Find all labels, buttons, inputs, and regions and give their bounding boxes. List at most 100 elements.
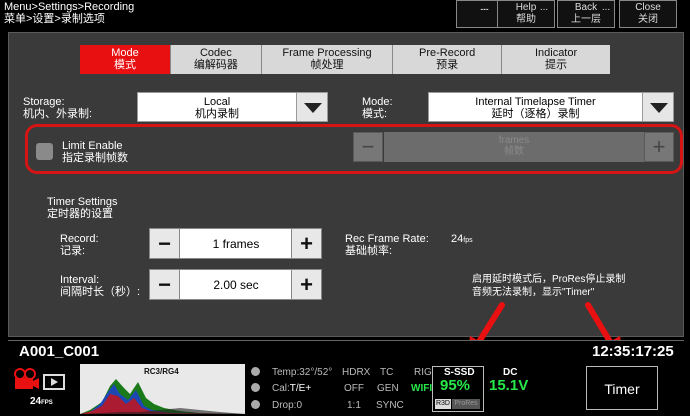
breadcrumb-en: Menu>Settings>Recording: [4, 1, 135, 13]
drop-status-dot: [251, 400, 260, 409]
prores-badge: ProRes: [452, 399, 480, 409]
record-plus-button[interactable]: +: [291, 228, 322, 259]
storage-dropdown-button[interactable]: [296, 92, 328, 122]
record-value[interactable]: 1 frames: [180, 228, 292, 259]
tab-indicator[interactable]: Indicator 提示: [502, 45, 610, 74]
media-percent: 95%: [440, 377, 471, 394]
interval-label-en: Interval:: [60, 274, 100, 286]
tc-label: TC: [380, 367, 394, 378]
timecode: 12:35:17:25: [592, 343, 674, 360]
annotation-note: 启用延时模式后，ProRes停止录制 音频无法录制，显示"Timer": [472, 273, 625, 299]
tab-frame-processing[interactable]: Frame Processing 帧处理: [261, 45, 394, 74]
record-label-en: Record:: [60, 233, 99, 245]
temp-status-dot: [251, 367, 260, 376]
tab-codec[interactable]: Codec 编解码器: [170, 45, 262, 74]
mode-value-cn: 延时（逐格）录制: [491, 108, 580, 120]
rec-frame-rate-label-cn: 基础帧率:: [345, 245, 393, 257]
limit-enable-label: Limit Enable 指定录制帧数: [62, 140, 128, 164]
breadcrumb-cn: 菜单>设置>录制选项: [4, 13, 105, 25]
mode-label-en: Mode:: [362, 96, 393, 108]
limit-frames-placeholder: frames: [498, 135, 530, 146]
cal-readout: Cal:T/E+: [272, 383, 311, 394]
timer-settings-title: Timer Settings 定时器的设置: [47, 196, 118, 220]
interval-minus-button[interactable]: −: [149, 269, 180, 300]
interval-label-cn: 间隔时长（秒）:: [60, 286, 141, 298]
storage-label: Storage: 机内、外录制:: [23, 96, 92, 120]
close-button-dots: ...: [601, 2, 611, 13]
help-button-label-cn: 帮助: [516, 14, 536, 25]
mode-dropdown[interactable]: Internal Timelapse Timer 延时（逐格）录制: [428, 92, 643, 122]
tab-bar: Mode 模式 Codec 编解码器 Frame Processing 帧处理 …: [80, 45, 610, 74]
tc-gen: GEN: [377, 383, 399, 394]
interval-plus-button[interactable]: +: [291, 269, 322, 300]
rec-frame-rate-value: 24fps: [451, 233, 473, 247]
back-button-dots: ...: [539, 2, 549, 13]
limit-enable-label-en: Limit Enable: [62, 140, 123, 152]
tab-indicator-label: Indicator: [534, 47, 578, 59]
record-label-cn: 记录:: [60, 245, 86, 257]
storage-label-cn: 机内、外录制:: [23, 108, 93, 120]
annotation-line-1: 启用延时模式后，ProRes停止录制: [472, 274, 626, 285]
wifi-status: WIFI: [411, 383, 433, 394]
hdrx-value: OFF: [344, 383, 364, 394]
power-voltage: 15.1V: [489, 377, 529, 394]
rec-frame-rate-label-en: Rec Frame Rate:: [345, 233, 429, 245]
breadcrumb: Menu>Settings>Recording 菜单>设置>录制选项: [4, 1, 134, 25]
timer-indicator: Timer: [586, 366, 658, 410]
annotation-line-2: 音频无法录制，显示"Timer": [472, 287, 595, 298]
record-mode-icon[interactable]: [12, 367, 68, 391]
clip-bar: [8, 340, 684, 362]
tab-codec-label: Codec: [199, 47, 232, 59]
storage-label-en: Storage:: [23, 96, 65, 108]
timer-settings-title-en: Timer Settings: [47, 196, 118, 208]
mode-label: Mode: 模式:: [362, 96, 393, 120]
chevron-down-icon: [650, 103, 668, 113]
tab-codec-label-cn: 编解码器: [193, 59, 238, 71]
tab-mode-label: Mode: [111, 47, 139, 59]
tab-frame-processing-label: Frame Processing: [282, 47, 372, 59]
hdrx-label: HDRX: [342, 367, 371, 378]
temp-readout: Temp:32°/52°: [272, 367, 333, 378]
limit-frames-placeholder-cn: 帧数: [504, 146, 524, 157]
tab-mode-label-cn: 模式: [113, 59, 136, 71]
r3d-badge: R3D: [435, 399, 451, 409]
tab-mode[interactable]: Mode 模式: [80, 45, 171, 74]
mode-label-cn: 模式:: [362, 108, 388, 120]
back-button-label-cn: 上一层: [571, 14, 601, 25]
sync-label: SYNC: [376, 400, 404, 411]
rig-label: RIG: [414, 367, 432, 378]
tab-frame-processing-label-cn: 帧处理: [310, 59, 344, 71]
limit-enable-label-cn: 指定录制帧数: [62, 152, 128, 164]
project-fps-unit: FPS: [41, 400, 53, 406]
interval-value[interactable]: 2.00 sec: [180, 269, 292, 300]
mode-dropdown-button[interactable]: [642, 92, 674, 122]
tab-indicator-label-cn: 提示: [545, 59, 568, 71]
limit-minus-button: −: [353, 132, 383, 162]
histogram-label: RC3/RG4: [144, 367, 179, 376]
limit-frames-field: frames 帧数: [384, 132, 644, 162]
mode-value: Internal Timelapse Timer: [475, 96, 596, 108]
record-minus-button[interactable]: −: [149, 228, 180, 259]
limit-enable-checkbox[interactable]: [36, 143, 53, 160]
project-fps: 24FPS: [30, 396, 53, 409]
chevron-down-icon: [304, 103, 322, 113]
histogram: RC3/RG4: [80, 364, 245, 414]
aspect-ratio: 1:1: [347, 400, 361, 411]
close-button-label-cn: 关闭: [638, 14, 658, 25]
clip-name: A001_C001: [19, 343, 100, 360]
timer-settings-title-cn: 定时器的设置: [47, 208, 113, 220]
help-button-dots: ...: [479, 2, 489, 13]
storage-value: Local: [203, 96, 231, 108]
storage-dropdown[interactable]: Local 机内录制: [137, 92, 297, 122]
rec-frame-rate-unit: fps: [463, 237, 473, 244]
cal-value: T/E+: [289, 383, 312, 394]
tab-pre-record-label-cn: 预录: [436, 59, 459, 71]
tab-pre-record[interactable]: Pre-Record 预录: [393, 45, 503, 74]
rec-frame-rate-label: Rec Frame Rate: 基础帧率:: [345, 233, 429, 257]
tab-pre-record-label: Pre-Record: [419, 47, 476, 59]
project-fps-number: 24: [30, 396, 42, 407]
rec-frame-rate-number: 24: [451, 233, 464, 245]
record-label: Record: 记录:: [60, 233, 99, 257]
cal-status-dot: [251, 383, 260, 392]
close-button[interactable]: ... Close 关闭: [602, 0, 677, 28]
